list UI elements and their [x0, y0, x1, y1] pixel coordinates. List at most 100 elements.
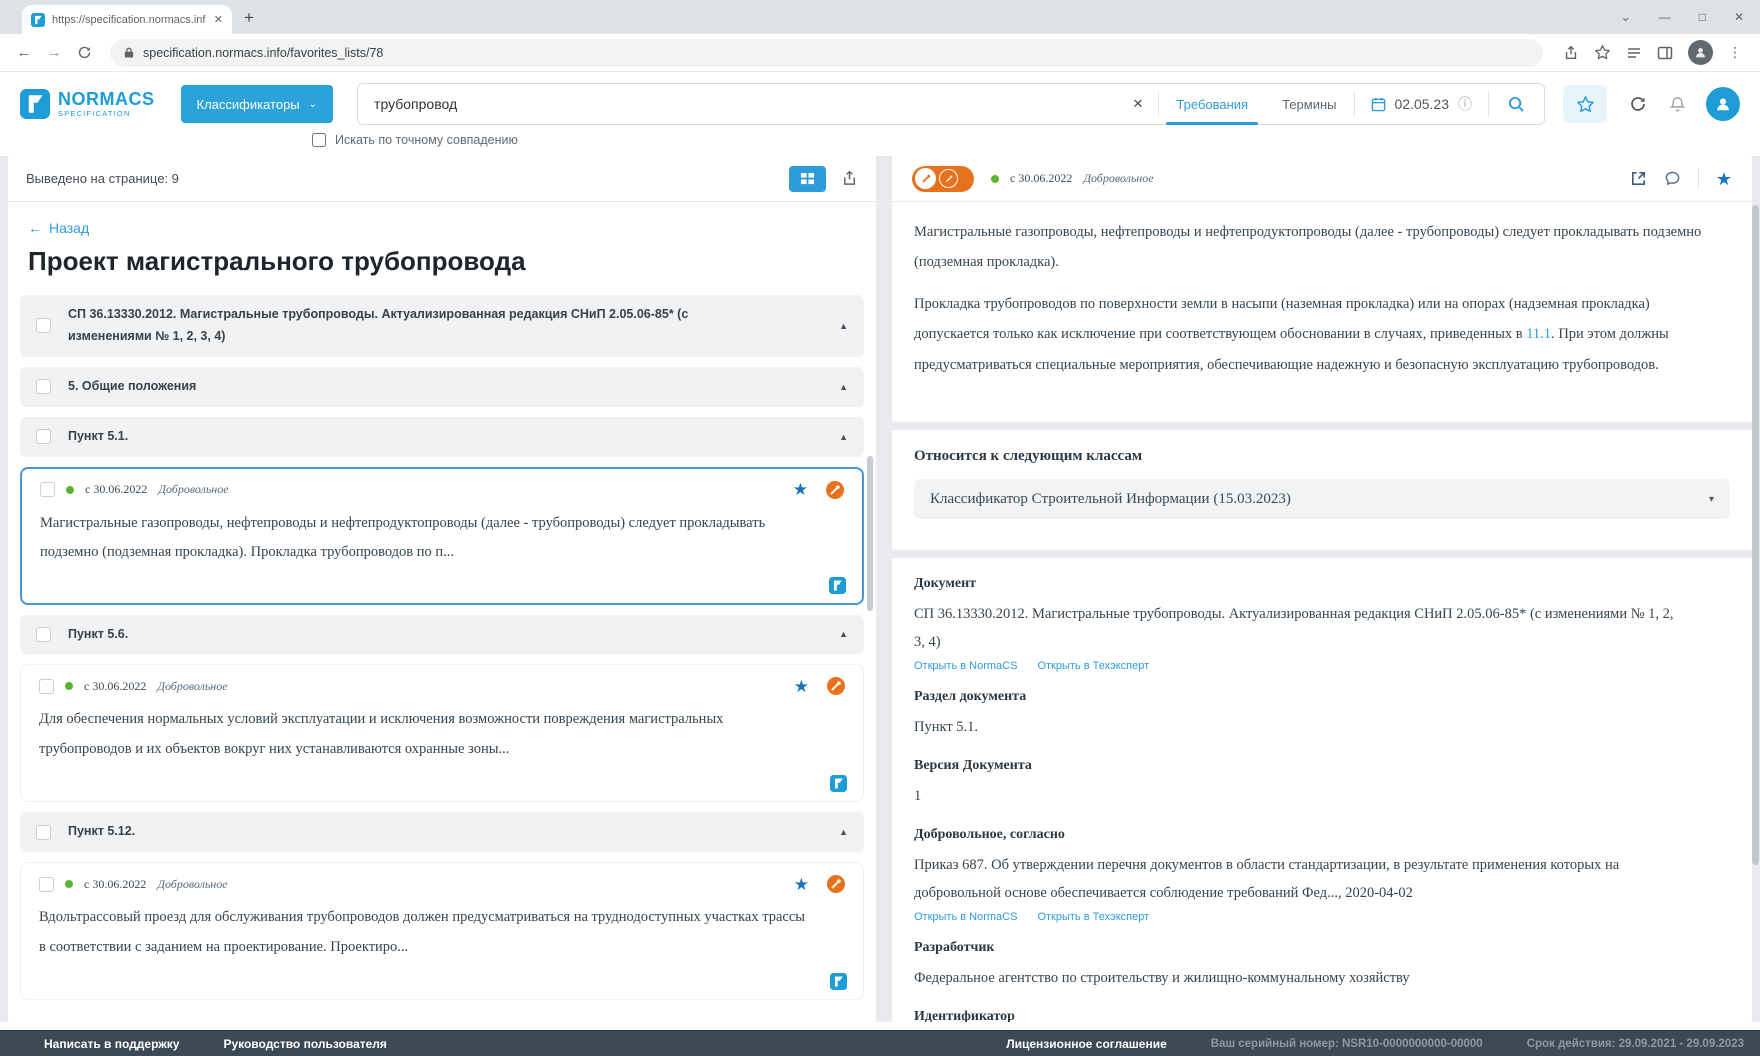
results-toolbar: Выведено на странице: 9	[8, 156, 876, 202]
share-page-icon[interactable]	[1563, 45, 1579, 61]
search-submit-button[interactable]	[1489, 96, 1544, 113]
normacs-logo-icon	[20, 89, 50, 119]
comment-icon[interactable]	[1664, 170, 1681, 187]
requirement-card[interactable]: с 30.06.2022 Добровольное ★ Для обеспече…	[20, 664, 864, 802]
tehexpert-icon[interactable]	[827, 677, 845, 695]
open-in-normacs-link[interactable]: Открыть в NormaCS	[914, 660, 1017, 672]
requirement-paragraph: Магистральные газопроводы, нефтепроводы …	[914, 217, 1708, 278]
normacs-source-icon[interactable]	[829, 577, 846, 594]
exact-match-label: Искать по точному совпадению	[335, 133, 518, 147]
view-toggle-button[interactable]	[789, 166, 826, 192]
collapse-icon[interactable]: ▲	[839, 382, 848, 392]
clause-link[interactable]: 11.1	[1526, 326, 1551, 342]
favorite-star-icon[interactable]: ★	[794, 678, 809, 695]
classifier-dropdown[interactable]: Классификатор Строительной Информации (1…	[914, 479, 1730, 519]
accordion-clause-5-1[interactable]: Пункт 5.1. ▲	[20, 417, 864, 457]
exact-match-checkbox[interactable]	[312, 133, 326, 147]
collapse-icon[interactable]: ▲	[839, 432, 848, 442]
date-picker[interactable]: 02.05.23 ⓘ	[1355, 94, 1489, 114]
results-panel: Выведено на странице: 9 ← Назад Проект м…	[8, 156, 876, 1022]
browser-menu-icon[interactable]: ⋮	[1728, 44, 1742, 61]
checkbox[interactable]	[36, 429, 51, 444]
field-label: Идентификатор	[914, 1009, 1730, 1022]
open-in-normacs-link[interactable]: Открыть в NormaCS	[914, 911, 1017, 923]
history-button[interactable]	[1629, 95, 1647, 113]
tehexpert-icon[interactable]	[827, 875, 845, 893]
license-agreement-link[interactable]: Лицензионное соглашение	[1006, 1037, 1167, 1051]
tab-search-icon[interactable]: ⌄	[1621, 10, 1631, 24]
info-icon[interactable]: ⓘ	[1458, 94, 1472, 114]
validity-period: Срок действия: 29.09.2021 - 29.09.2023	[1527, 1038, 1744, 1050]
window-maximize-icon[interactable]: □	[1699, 10, 1706, 24]
collapse-icon[interactable]: ▲	[839, 629, 848, 639]
details-header: с 30.06.2022 Добровольное ★	[892, 156, 1752, 202]
checkbox[interactable]	[39, 877, 54, 892]
open-in-tehexpert-link[interactable]: Открыть в Техэксперт	[1037, 660, 1149, 672]
back-link[interactable]: ← Назад	[28, 220, 864, 236]
exact-match-option[interactable]: Искать по точному совпадению	[312, 133, 1740, 147]
search-box: ✕ Требования Термины 02.05.23 ⓘ	[357, 83, 1545, 125]
requirement-card[interactable]: с 30.06.2022 Добровольное ★ Вдольтрассов…	[20, 862, 864, 1000]
tab-requirements[interactable]: Требования	[1159, 84, 1265, 124]
accordion-clause-5-12[interactable]: Пункт 5.12. ▲	[20, 812, 864, 852]
user-avatar[interactable]	[1706, 87, 1740, 121]
open-in-tehexpert-link[interactable]: Открыть в Техэксперт	[1037, 911, 1149, 923]
favorite-star-icon[interactable]: ★	[794, 876, 809, 893]
footer: Написать в поддержку Руководство пользов…	[0, 1030, 1760, 1056]
reading-list-icon[interactable]	[1626, 45, 1642, 61]
notifications-button[interactable]	[1669, 96, 1686, 113]
favorite-star-icon[interactable]: ★	[1716, 170, 1732, 188]
reload-icon[interactable]	[70, 45, 98, 60]
status-dot	[66, 486, 74, 494]
accordion-clause-5-6[interactable]: Пункт 5.6. ▲	[20, 615, 864, 655]
checkbox[interactable]	[40, 482, 55, 497]
page-scrollbar[interactable]	[1752, 205, 1759, 865]
requirement-card-selected[interactable]: с 30.06.2022 Добровольное ★ Магистральны…	[20, 467, 864, 605]
checkbox[interactable]	[39, 679, 54, 694]
field-value: Федеральное агентство по строительству и…	[914, 964, 1674, 992]
search-input[interactable]	[358, 96, 1117, 112]
address-bar[interactable]: specification.normacs.info/favorites_lis…	[110, 39, 1543, 67]
favorites-button[interactable]	[1563, 85, 1607, 123]
browser-profile-avatar[interactable]	[1688, 40, 1713, 65]
field-label: Разработчик	[914, 940, 1730, 956]
tehexpert-icon[interactable]	[826, 481, 844, 499]
window-minimize-icon[interactable]: —	[1659, 10, 1671, 24]
new-tab-button[interactable]: +	[244, 8, 254, 28]
field-value: Пункт 5.1.	[914, 713, 1674, 741]
source-toggle[interactable]	[912, 166, 974, 192]
back-icon[interactable]: ←	[10, 44, 38, 61]
checkbox[interactable]	[36, 379, 51, 394]
history-icon	[1629, 95, 1647, 113]
list-scrollbar[interactable]	[867, 456, 873, 611]
classifiers-button[interactable]: Классификаторы ⌄	[181, 85, 334, 123]
tab-terms[interactable]: Термины	[1265, 84, 1353, 124]
accordion-document[interactable]: СП 36.13330.2012. Магистральные трубопро…	[20, 295, 864, 357]
window-close-icon[interactable]: ✕	[1734, 10, 1744, 24]
forward-icon[interactable]: →	[40, 44, 68, 61]
accordion-section[interactable]: 5. Общие положения ▲	[20, 367, 864, 407]
support-link[interactable]: Написать в поддержку	[44, 1037, 179, 1051]
status-dot	[65, 880, 73, 888]
normacs-logo[interactable]: NORMACS SPECIFICATION	[20, 89, 155, 119]
export-icon	[841, 170, 858, 187]
bookmark-star-icon[interactable]	[1594, 44, 1611, 61]
collapse-icon[interactable]: ▲	[839, 321, 848, 331]
requirement-paragraph: Прокладка трубопроводов по поверхности з…	[914, 289, 1708, 380]
clear-search-icon[interactable]: ✕	[1118, 96, 1159, 112]
normacs-source-icon[interactable]	[830, 973, 847, 990]
normacs-source-icon[interactable]	[830, 775, 847, 792]
checkbox[interactable]	[36, 318, 51, 333]
star-outline-icon	[1576, 95, 1595, 114]
browser-tab[interactable]: https://specification.normacs.inf ✕	[22, 5, 232, 34]
collapse-icon[interactable]: ▲	[839, 827, 848, 837]
checkbox[interactable]	[36, 627, 51, 642]
side-panel-icon[interactable]	[1657, 45, 1673, 61]
user-guide-link[interactable]: Руководство пользователя	[223, 1037, 386, 1051]
export-button[interactable]	[841, 170, 858, 187]
open-external-icon[interactable]	[1630, 170, 1647, 187]
checkbox[interactable]	[36, 825, 51, 840]
tab-close-icon[interactable]: ✕	[214, 13, 223, 26]
favorite-star-icon[interactable]: ★	[793, 481, 808, 498]
search-icon	[1508, 96, 1525, 113]
